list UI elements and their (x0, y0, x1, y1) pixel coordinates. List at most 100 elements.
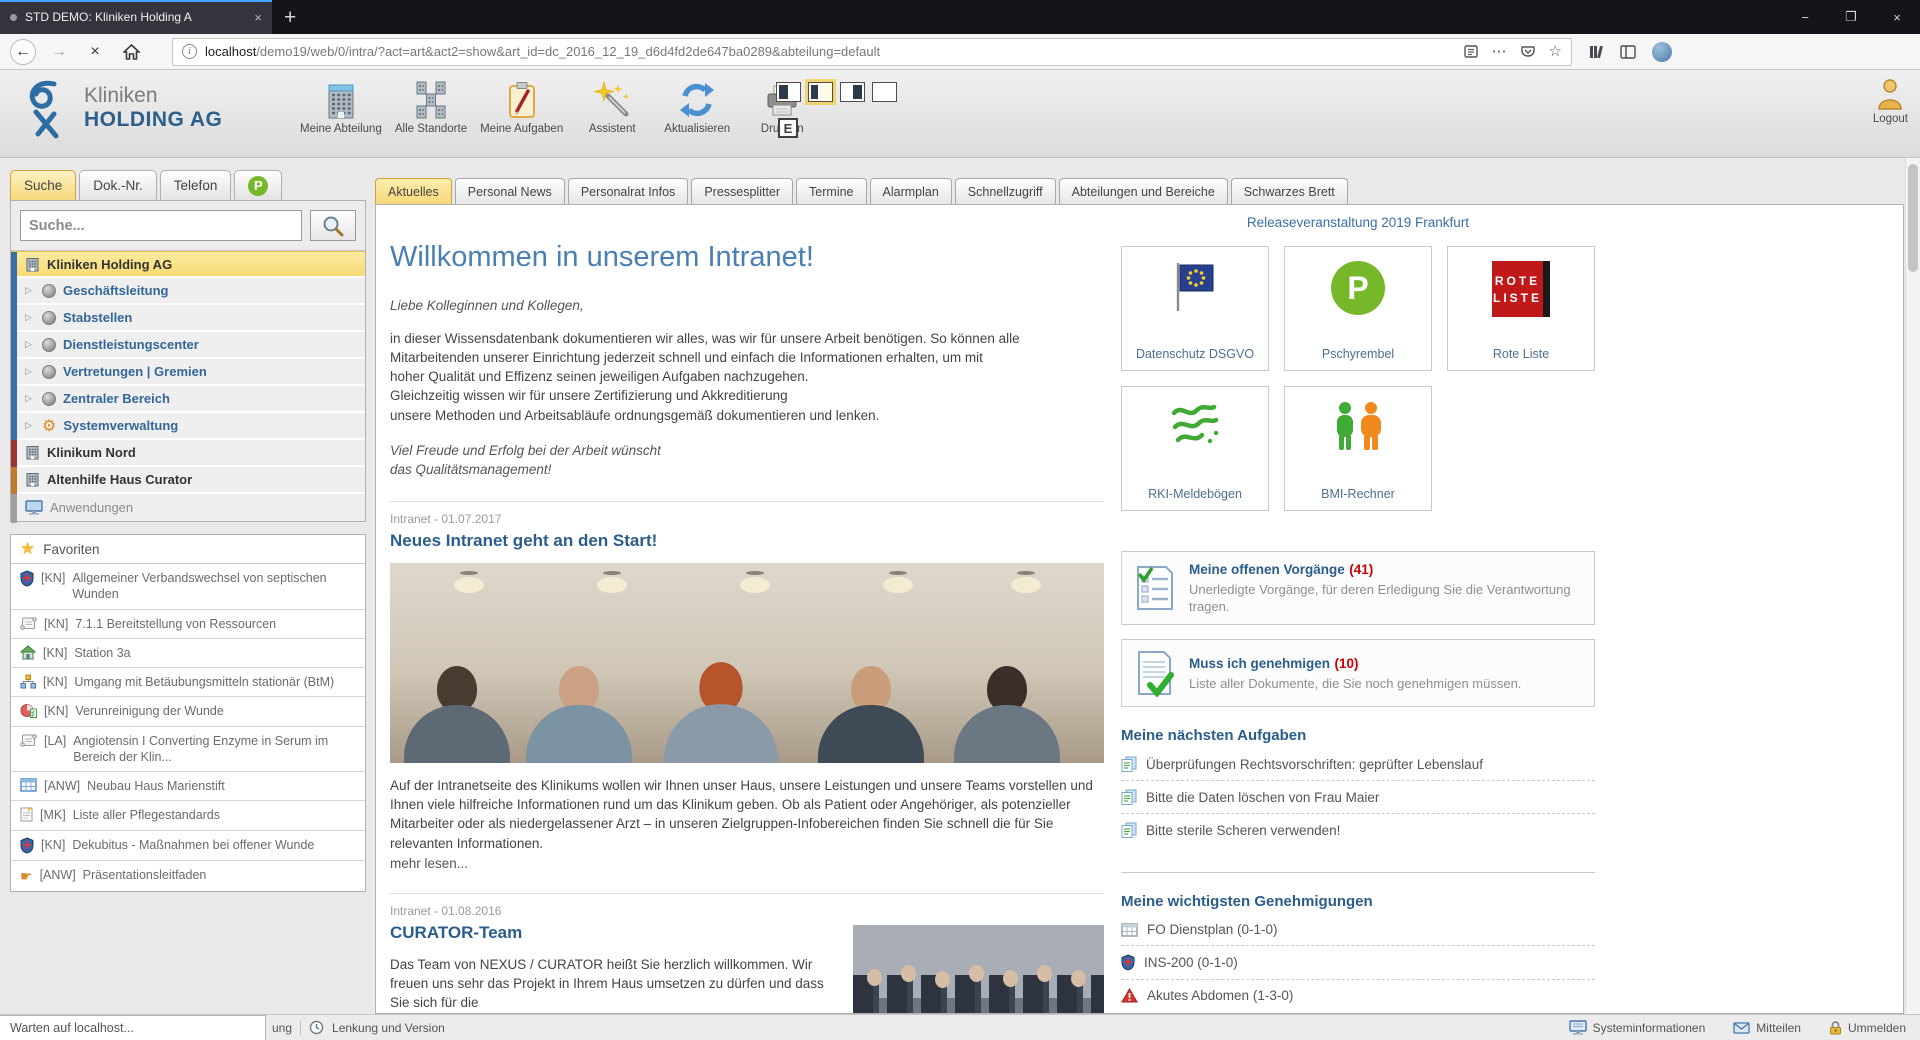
home-button[interactable] (118, 39, 144, 65)
site-info-icon[interactable]: i (182, 44, 197, 59)
tree-item-altenhilfe-haus-curator[interactable]: Altenhilfe Haus Curator (11, 467, 365, 494)
tree-item-geschaeftsleitung[interactable]: Geschäftsleitung (11, 278, 365, 305)
layout-option-3[interactable] (840, 82, 865, 102)
favorite-item[interactable]: [KN] Verunreinigung der Wunde (11, 697, 365, 727)
expand-icon[interactable] (25, 420, 35, 431)
favorite-item[interactable]: [KN] Station 3a (11, 639, 365, 668)
profile-avatar-icon[interactable] (1652, 41, 1672, 62)
tree-item-stabstellen[interactable]: Stabstellen (11, 305, 365, 332)
tile-rote-liste[interactable]: ROTE LISTE Rote Liste (1447, 246, 1595, 371)
sidebar-tab-pschyrembel[interactable]: P (234, 170, 283, 200)
approval-item[interactable]: INS-200 (0-1-0) (1121, 946, 1595, 981)
favorite-item[interactable]: [KN] Umgang mit Betäubungsmitteln statio… (11, 668, 365, 698)
bookmark-star-icon[interactable] (1549, 42, 1562, 61)
tile-rki-meldeboegen[interactable]: RKI-Meldebögen (1121, 386, 1269, 511)
tree-item-anwendungen[interactable]: Anwendungen (11, 494, 365, 523)
tile-bmi-rechner[interactable]: BMI-Rechner (1284, 386, 1432, 511)
tab-alarmplan[interactable]: Alarmplan (869, 178, 952, 204)
favorite-item[interactable]: [LA] Angiotensin I Converting Enzyme in … (11, 727, 365, 772)
toolbar-alle-standorte[interactable]: Alle Standorte (395, 77, 467, 135)
scrollbar-thumb[interactable] (1908, 164, 1918, 272)
search-button[interactable] (310, 210, 356, 241)
favorite-item[interactable]: [ANW] Präsentationsleitfaden (11, 861, 365, 891)
library-icon[interactable] (1588, 44, 1604, 60)
tab-personalrat-infos[interactable]: Personalrat Infos (567, 178, 689, 204)
tab-termine[interactable]: Termine (796, 178, 867, 204)
tree-item-klinikum-nord[interactable]: Klinikum Nord (11, 440, 365, 467)
widget-offene-vorgaenge[interactable]: Meine offenen Vorgänge (41) Unerledigte … (1121, 551, 1595, 626)
app-logo[interactable]: Kliniken HOLDING AG (20, 78, 222, 142)
toolbar-meine-abteilung[interactable]: Meine Abteilung (300, 77, 382, 135)
search-input[interactable] (20, 210, 302, 241)
sidebar-tab-doknr[interactable]: Dok.-Nr. (79, 170, 157, 200)
tile-datenschutz-dsgvo[interactable]: Datenschutz DSGVO (1121, 246, 1269, 371)
tab-schnellzugriff[interactable]: Schnellzugriff (954, 178, 1056, 204)
favorite-item[interactable]: [MK] Liste aller Pflegestandards (11, 801, 365, 831)
truncated-footer-label: ung (272, 1020, 293, 1035)
widget-muss-ich-genehmigen[interactable]: Muss ich genehmigen (10) Liste aller Dok… (1121, 639, 1595, 708)
favorite-item[interactable]: [KN] Dekubitus - Maßnahmen bei offener W… (11, 831, 365, 861)
version-link[interactable]: Lenkung und Version (332, 1021, 445, 1035)
back-button[interactable]: ← (10, 38, 36, 65)
tree-item-vertretungen-gremien[interactable]: Vertretungen | Gremien (11, 359, 365, 386)
toolbar-aktualisieren[interactable]: Aktualisieren (661, 77, 733, 135)
forward-button[interactable]: → (46, 39, 72, 65)
e-badge-icon[interactable]: E (778, 118, 798, 138)
bacteria-icon (1168, 401, 1222, 447)
toolbar-meine-aufgaben[interactable]: Meine Aufgaben (480, 77, 563, 135)
sidebar-tab-suche[interactable]: Suche (10, 170, 77, 200)
tree-item-systemverwaltung[interactable]: Systemverwaltung (11, 413, 365, 440)
main-tabs: Aktuelles Personal News Personalrat Info… (375, 178, 1904, 204)
url-bar[interactable]: i localhost/demo19/web/0/intra/?act=art&… (172, 37, 1572, 66)
layout-option-1[interactable] (776, 82, 801, 102)
tab-personal-news[interactable]: Personal News (454, 178, 565, 204)
expand-icon[interactable] (25, 312, 35, 323)
new-tab-button[interactable]: + (284, 7, 296, 28)
expand-icon[interactable] (25, 366, 35, 377)
expand-icon[interactable] (25, 393, 35, 404)
relogin-link[interactable]: Ummelden (1829, 1020, 1906, 1035)
release-event-link[interactable]: Releaseveranstaltung 2019 Frankfurt (1121, 215, 1595, 230)
layout-option-2-selected[interactable] (805, 79, 836, 105)
expand-icon[interactable] (25, 339, 35, 350)
favorite-item[interactable]: [ANW] Neubau Haus Marienstift (11, 772, 365, 802)
sidebar-toggle-icon[interactable] (1620, 44, 1636, 59)
task-item[interactable]: Bitte die Daten löschen von Frau Maier (1121, 781, 1595, 815)
task-item[interactable]: Überprüfungen Rechtsvorschriften: geprüf… (1121, 748, 1595, 782)
logo-line1: Kliniken (84, 84, 158, 107)
system-info-link[interactable]: Systeminformationen (1568, 1020, 1705, 1035)
minimize-icon[interactable]: − (1782, 10, 1828, 25)
notify-link[interactable]: Mitteilen (1733, 1021, 1801, 1035)
browser-tab[interactable]: STD DEMO: Kliniken Holding A × (0, 0, 272, 34)
tree-item-dienstleistungscenter[interactable]: Dienstleistungscenter (11, 332, 365, 359)
tab-schwarzes-brett[interactable]: Schwarzes Brett (1230, 178, 1348, 204)
tab-aktuelles[interactable]: Aktuelles (375, 178, 452, 204)
favorite-item[interactable]: [KN] 7.1.1 Bereitstellung von Ressourcen (11, 610, 365, 639)
favorite-item[interactable]: [KN] Allgemeiner Verbandswechsel von sep… (11, 564, 365, 610)
copy-documents-icon (1121, 789, 1137, 806)
tile-pschyrembel[interactable]: P Pschyrembel (1284, 246, 1432, 371)
maximize-icon[interactable]: ❐ (1828, 9, 1874, 25)
vertical-scrollbar[interactable] (1905, 158, 1920, 1014)
stop-button[interactable]: × (82, 39, 108, 65)
logout-button[interactable]: Logout (1873, 78, 1908, 125)
toolbar-assistent[interactable]: Assistent (576, 77, 648, 135)
layout-option-4[interactable] (872, 82, 897, 102)
pocket-icon[interactable] (1520, 45, 1535, 58)
reader-mode-icon[interactable] (1463, 45, 1478, 58)
sidebar-tab-telefon[interactable]: Telefon (159, 170, 232, 200)
page-actions-icon[interactable] (1492, 42, 1507, 61)
expand-icon[interactable] (25, 285, 35, 296)
tab-abteilungen-und-bereiche[interactable]: Abteilungen und Bereiche (1058, 178, 1228, 204)
close-window-icon[interactable]: × (1874, 10, 1920, 25)
article-body: in dieser Wissensdatenbank dokumentieren… (390, 331, 1020, 423)
tab-pressesplitter[interactable]: Pressesplitter (691, 178, 794, 204)
approval-item[interactable]: FO Dienstplan (0-1-0) (1121, 914, 1595, 947)
news-title[interactable]: Neues Intranet geht an den Start! (390, 531, 1104, 551)
approval-item[interactable]: Akutes Abdomen (1-3-0) (1121, 980, 1595, 1011)
tree-item-kliniken-holding[interactable]: Kliniken Holding AG (11, 251, 365, 278)
read-more-link[interactable]: mehr lesen... (390, 856, 1104, 871)
tab-close-icon[interactable]: × (254, 10, 262, 25)
tree-item-zentraler-bereich[interactable]: Zentraler Bereich (11, 386, 365, 413)
task-item[interactable]: Bitte sterile Scheren verwenden! (1121, 814, 1595, 846)
